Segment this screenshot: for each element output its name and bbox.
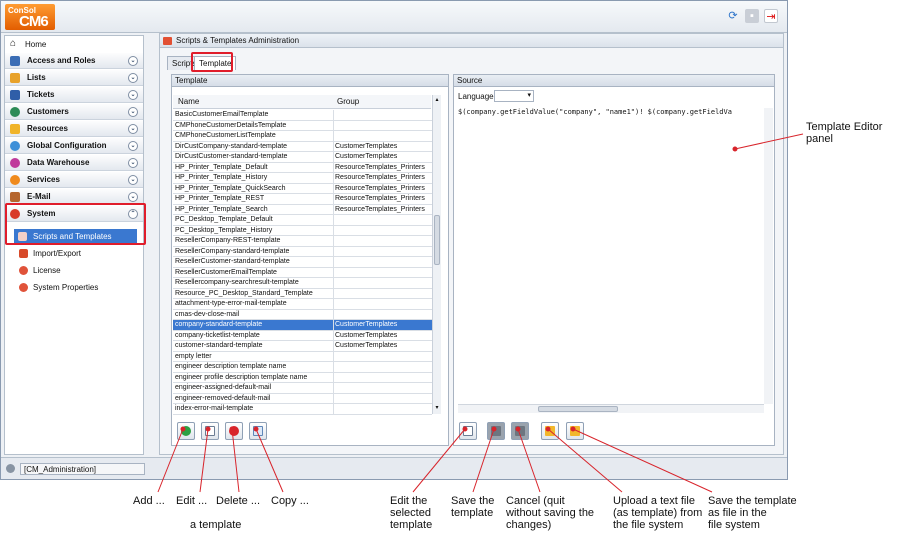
annotation-delete: Delete ... — [216, 495, 261, 507]
annotation-add: Add ... — [133, 495, 165, 507]
annotation-edit-selected: Edit the selected template — [390, 495, 433, 531]
annotation-upload: Upload a text file (as template) from the … — [613, 495, 703, 531]
annotation-save: Save the template — [451, 495, 495, 519]
annotation-save-file: Save the template as file in the file syst… — [708, 495, 797, 531]
annotation-copy: Copy ... — [271, 495, 309, 507]
annotation-editor-panel: Template Editor panel — [806, 121, 883, 145]
annotation-lines — [157, 133, 804, 493]
annotation-cancel: Cancel (quit without saving the changes) — [506, 495, 595, 531]
annotation-a-template: a template — [190, 519, 242, 531]
annotation-edit: Edit ... — [176, 495, 208, 507]
